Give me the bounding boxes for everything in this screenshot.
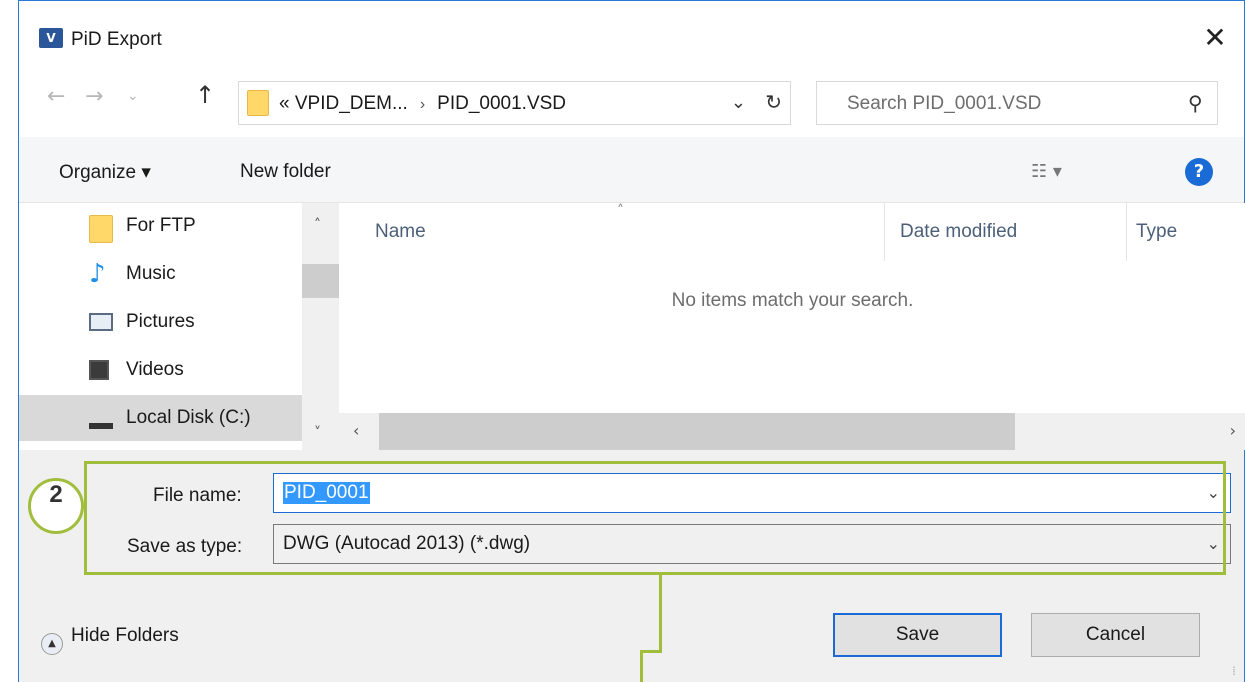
sidebar-item-label: Local Disk (C:) [126, 407, 251, 428]
new-folder-button[interactable]: New folder [240, 161, 331, 183]
scroll-left-icon[interactable]: ‹ [353, 421, 359, 440]
sidebar-item-pictures[interactable]: Pictures [19, 299, 302, 345]
search-icon[interactable]: ⚲ [1188, 91, 1203, 115]
column-header-name[interactable]: Name [375, 221, 426, 243]
hide-folders-button[interactable]: ▲ Hide Folders [41, 625, 179, 655]
up-folder-icon[interactable]: ↑ [195, 81, 215, 109]
annotation-callout-line [640, 650, 643, 682]
column-header-type[interactable]: Type [1136, 221, 1177, 243]
folder-icon [247, 90, 269, 116]
disk-icon [89, 415, 113, 429]
scrollbar-thumb[interactable] [379, 413, 1015, 450]
sidebar-item-label: Videos [126, 359, 184, 380]
annotation-callout-line [640, 650, 662, 653]
sidebar-item-label: Pictures [126, 311, 195, 332]
resize-grip-icon[interactable]: ⁞ [1232, 664, 1236, 678]
navigation-pane: For FTP ♪ Music Pictures Videos Local Di… [19, 203, 339, 450]
breadcrumb: « VPID_DEM... › PID_0001.VSD [279, 93, 566, 115]
refresh-icon[interactable]: ↻ [765, 90, 782, 114]
chevron-down-icon[interactable]: ⌄ [731, 92, 746, 113]
save-dialog: V PiD Export ✕ ← → ⌄ ↑ « VPID_DEM... › PID… [18, 0, 1245, 682]
folder-icon [89, 215, 113, 243]
empty-message: No items match your search. [671, 290, 914, 311]
scroll-right-icon[interactable]: › [1230, 421, 1236, 440]
sidebar-item-label: For FTP [126, 215, 196, 236]
address-bar[interactable]: « VPID_DEM... › PID_0001.VSD ⌄ ↻ [238, 81, 791, 125]
search-placeholder: Search PID_0001.VSD [847, 93, 1042, 114]
sidebar-item-for-ftp[interactable]: For FTP [19, 203, 302, 249]
breadcrumb-item-current[interactable]: PID_0001.VSD [437, 93, 566, 114]
window-title: PiD Export [71, 29, 162, 50]
annotation-highlight-box [84, 461, 1226, 575]
column-divider[interactable] [1126, 203, 1127, 261]
forward-icon[interactable]: → [85, 84, 103, 109]
annotation-callout-line [659, 575, 662, 653]
breadcrumb-separator[interactable]: › [420, 96, 425, 113]
address-row: ← → ⌄ ↑ « VPID_DEM... › PID_0001.VSD ⌄ ↻ S… [19, 61, 1244, 137]
sidebar-item-local-disk[interactable]: Local Disk (C:) [19, 395, 302, 441]
scroll-up-icon[interactable]: ˄ [314, 217, 321, 233]
visio-icon: V [39, 28, 63, 48]
pictures-icon [89, 313, 113, 331]
videos-icon [89, 360, 109, 380]
command-bar: Organize ▾ New folder ☷ ▾ ? [19, 137, 1244, 203]
sidebar-item-videos[interactable]: Videos [19, 347, 302, 393]
file-list: ˄ Name Date modified Type No items match… [339, 203, 1245, 450]
save-button[interactable]: Save [833, 613, 1002, 657]
breadcrumb-item-parent[interactable]: « VPID_DEM... [279, 93, 408, 114]
help-icon[interactable]: ? [1185, 158, 1213, 186]
music-icon: ♪ [89, 259, 106, 289]
collapse-icon: ▲ [41, 633, 63, 655]
column-header-date-modified[interactable]: Date modified [900, 221, 1017, 243]
nav-pane-scrollbar[interactable]: ˄ ˅ [302, 203, 339, 450]
annotation-step-badge: 2 [28, 478, 84, 534]
scrollbar-thumb[interactable] [302, 264, 339, 298]
column-divider[interactable] [884, 203, 885, 261]
sort-ascending-icon: ˄ [617, 203, 624, 219]
view-options-icon[interactable]: ☷ ▾ [1031, 161, 1062, 182]
organize-menu[interactable]: Organize ▾ [59, 161, 151, 184]
hide-folders-label: Hide Folders [71, 625, 179, 646]
sidebar-item-music[interactable]: ♪ Music [19, 251, 302, 297]
scroll-down-icon[interactable]: ˅ [314, 425, 321, 441]
file-list-scrollbar[interactable]: ‹ › [339, 413, 1245, 450]
cancel-button[interactable]: Cancel [1031, 613, 1200, 657]
close-button[interactable]: ✕ [1198, 21, 1232, 55]
sidebar-item-label: Music [126, 263, 176, 284]
title-bar: V PiD Export ✕ [19, 1, 1244, 61]
recent-locations-icon[interactable]: ⌄ [127, 88, 139, 104]
search-input[interactable]: Search PID_0001.VSD ⚲ [816, 81, 1218, 125]
back-icon[interactable]: ← [47, 84, 65, 109]
